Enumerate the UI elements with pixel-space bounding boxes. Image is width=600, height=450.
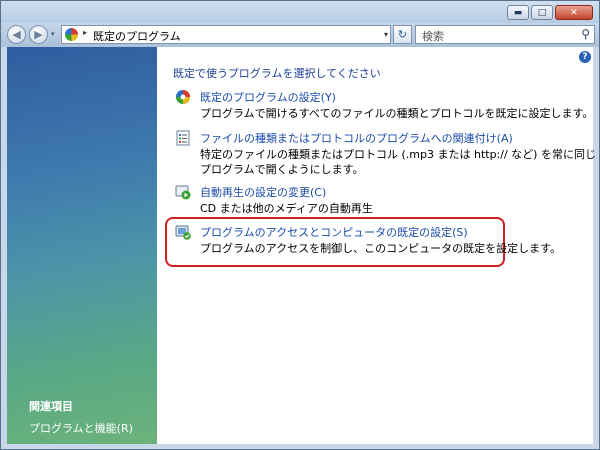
autoplay-icon [175,185,191,200]
control-panel-icon [65,28,78,41]
navigation-bar: ◀ ▶ ▾ ▸ 既定のプログラム ▾ ↻ 検索 ⚲ [1,23,599,47]
task-description: CD または他のメディアの自動再生 [200,202,373,215]
help-icon[interactable]: ? [579,51,591,63]
breadcrumb-current[interactable]: 既定のプログラム [93,28,181,44]
program-access-link[interactable]: プログラムのアクセスとコンピュータの既定の設定(S) [200,224,468,240]
maximize-button[interactable]: □ [531,5,553,20]
program-access-icon [175,225,191,240]
default-programs-window: ▬ □ ✕ ◀ ▶ ▾ ▸ 既定のプログラム ▾ ↻ 検索 ⚲ 関連項目 プログ… [0,0,600,450]
search-placeholder: 検索 [422,30,444,43]
minimize-button[interactable]: ▬ [507,5,529,20]
search-input[interactable]: 検索 ⚲ [415,25,595,44]
file-association-icon [176,130,190,146]
address-dropdown-icon[interactable]: ▾ [384,30,388,39]
left-task-pane: 関連項目 プログラムと機能(R) [7,47,157,444]
recent-pages-dropdown[interactable]: ▾ [51,30,55,38]
file-association-link[interactable]: ファイルの種類またはプロトコルのプログラムへの関連付け(A) [200,130,513,146]
related-title: 関連項目 [29,400,73,413]
autoplay-settings-link[interactable]: 自動再生の設定の変更(C) [200,184,326,200]
forward-button[interactable]: ▶ [29,25,48,44]
close-button[interactable]: ✕ [555,5,593,20]
main-content: ? 既定で使うプログラムを選択してください 既定のプログラムの設定(Y) プログ… [157,47,596,444]
default-programs-icon [176,90,190,104]
programs-and-features-link[interactable]: プログラムと機能(R) [29,420,133,436]
window-bottom-border [7,444,593,449]
task-description: プログラムで開けるすべてのファイルの種類とプロトコルを既定に設定します。 [200,107,594,120]
task-description: プログラムのアクセスを制御し、このコンピュータの既定を設定します。 [200,242,562,255]
task-description: 特定のファイルの種類またはプロトコル (.mp3 または http:// など)… [200,148,596,176]
refresh-button[interactable]: ↻ [393,25,412,44]
set-default-programs-link[interactable]: 既定のプログラムの設定(Y) [200,89,336,105]
back-button[interactable]: ◀ [7,25,26,44]
breadcrumb-separator-icon[interactable]: ▸ [83,28,87,37]
page-title: 既定で使うプログラムを選択してください [173,67,381,80]
window-controls: ▬ □ ✕ [507,5,593,20]
title-bar: ▬ □ ✕ [1,1,599,23]
address-bar[interactable]: ▸ 既定のプログラム ▾ [61,25,391,44]
search-icon[interactable]: ⚲ [581,27,590,41]
